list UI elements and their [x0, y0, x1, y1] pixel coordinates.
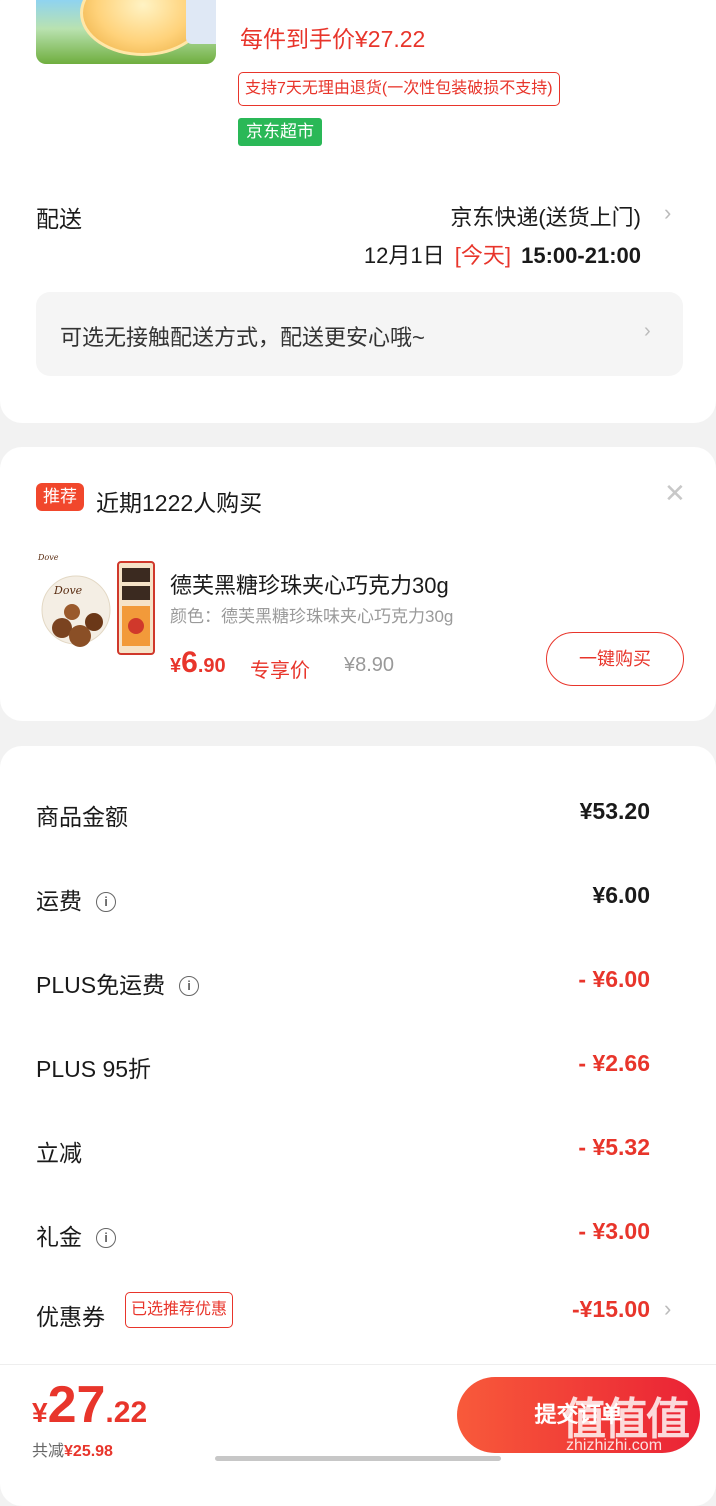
chevron-right-icon: › [644, 320, 651, 342]
watermark-site: zhizhizhi.com [566, 1437, 663, 1454]
delivery-label: 配送 [36, 206, 82, 232]
saved-label: 共减 [32, 1443, 65, 1460]
contactless-delivery-bar[interactable]: 可选无接触配送方式，配送更安心哦~ › [36, 292, 683, 376]
recommend-item-color: 颜色：德芙黑糖珍珠味夹心巧克力30g [170, 607, 454, 626]
original-price: ¥8.90 [344, 654, 395, 676]
summary-label-shipping: 运费 [36, 888, 82, 914]
close-icon[interactable]: ✕ [664, 478, 686, 509]
product-image-bag [186, 0, 216, 44]
coupon-selected-tag[interactable]: 已选推荐优惠 [125, 1292, 234, 1328]
price-decimal: .90 [197, 655, 226, 677]
delivery-date: 12月1日 [363, 243, 445, 268]
price-integer: 6 [181, 646, 198, 679]
summary-value-goods: ¥53.20 [579, 798, 650, 824]
summary-label-plus-free-shipping: PLUS免运费 [36, 972, 166, 998]
contactless-tip: 可选无接触配送方式，配送更安心哦~ [60, 325, 425, 350]
recommend-product-image[interactable]: Dove Dove [36, 550, 156, 658]
summary-value-plus-free-shipping: - ¥6.00 [578, 966, 650, 992]
summary-row-plus-free-shipping: PLUS免运费 i [36, 966, 200, 1000]
total-currency: ¥ [32, 1397, 48, 1428]
return-policy-tag: 支持7天无理由退货(一次性包装破损不支持) [238, 72, 560, 106]
recommend-item-name[interactable]: 德芙黑糖珍珠夹心巧克力30g [170, 568, 449, 600]
summary-row-gift-money: 礼金 i [36, 1218, 116, 1252]
order-item-card: 每件到手价¥27.22 支持7天无理由退货(一次性包装破损不支持) 京东超市 配… [0, 0, 716, 423]
svg-text:Dove: Dove [37, 553, 59, 562]
info-icon[interactable]: i [96, 892, 116, 912]
summary-value-plus-discount: - ¥2.66 [578, 1050, 650, 1076]
store-tag: 京东超市 [238, 118, 322, 146]
summary-value-instant-off: - ¥5.32 [578, 1134, 650, 1160]
delivery-time-window: 15:00-21:00 [521, 243, 641, 268]
chocolate-box-icon: Dove Dove [37, 553, 155, 655]
chevron-right-icon[interactable]: › [664, 1296, 671, 1322]
summary-label-goods: 商品金额 [36, 804, 128, 830]
total-price: ¥27.22 [32, 1375, 147, 1435]
exclusive-price-label: 专享价 [250, 660, 310, 682]
recommend-title: 近期1222人购买 [96, 490, 263, 516]
coupon-label: 优惠券 [36, 1304, 105, 1330]
delivery-time[interactable]: 12月1日 [今天] 15:00-21:00 [364, 238, 641, 270]
checkout-bar: ¥27.22 共减¥25.98 提交订单 值值值 zhizhizhi.com [0, 1364, 716, 1465]
info-icon[interactable]: i [96, 1228, 116, 1248]
info-icon[interactable]: i [179, 976, 200, 996]
product-thumbnail[interactable] [36, 0, 216, 64]
summary-label-plus-discount: PLUS 95折 [36, 1056, 152, 1082]
recommend-price: ¥6.90 [170, 646, 226, 680]
summary-value-gift-money: - ¥3.00 [578, 1218, 650, 1244]
home-indicator [215, 1456, 501, 1461]
delivery-method[interactable]: 京东快递(送货上门) [450, 200, 641, 232]
coupon-value[interactable]: -¥15.00 [572, 1296, 650, 1323]
svg-text:Dove: Dove [53, 584, 83, 597]
unit-price: 每件到手价¥27.22 [240, 26, 426, 52]
saved-value: ¥25.98 [64, 1443, 113, 1460]
price-currency: ¥ [170, 655, 182, 677]
summary-label-gift-money: 礼金 [36, 1224, 82, 1250]
summary-value-shipping: ¥6.00 [592, 882, 650, 908]
summary-row-shipping: 运费 i [36, 882, 116, 916]
one-click-buy-button[interactable]: 一键购买 [546, 632, 684, 686]
today-tag: [今天] [454, 243, 511, 268]
chevron-right-icon[interactable]: › [664, 200, 671, 226]
summary-label-instant-off: 立减 [36, 1140, 82, 1166]
recommend-badge: 推荐 [36, 483, 84, 511]
total-saved: 共减¥25.98 [32, 1437, 113, 1461]
total-integer: 27 [47, 1376, 106, 1434]
total-decimal: .22 [105, 1396, 148, 1429]
